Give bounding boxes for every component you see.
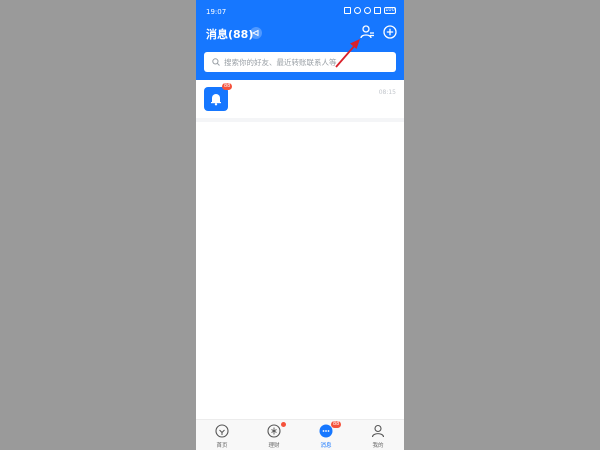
tab-dot-badge: [281, 422, 286, 427]
contacts-icon[interactable]: [359, 24, 375, 40]
unread-badge: 88: [222, 83, 233, 90]
tab-messages[interactable]: 88 消息: [300, 420, 352, 450]
alarm-icon: [354, 7, 361, 14]
signal-icon: [374, 7, 381, 14]
status-bar: 19:07 100: [196, 0, 404, 22]
search-placeholder: 搜索你的好友、最近转账联系人等: [224, 57, 337, 67]
wifi-icon: [364, 7, 371, 14]
search-icon: [212, 58, 220, 66]
tab-home[interactable]: 首页: [196, 420, 248, 450]
list-item[interactable]: 88 08:15: [196, 80, 404, 118]
status-icons: 100: [344, 7, 396, 14]
tab-label: 首页: [216, 443, 228, 449]
tab-label: 我的: [372, 443, 384, 449]
nfc-icon: [344, 7, 351, 14]
clear-unread-icon[interactable]: [250, 27, 262, 39]
tab-bar: 首页 理财 88 消息 我的: [196, 419, 404, 450]
message-time: 08:15: [378, 89, 396, 96]
header: 19:07 100 消息(88) 搜索你的好友、最近转账联系人等: [196, 0, 404, 80]
tab-label: 理财: [268, 443, 280, 449]
page-title: 消息(88): [206, 28, 254, 41]
bell-icon: [211, 94, 221, 106]
tab-wealth[interactable]: 理财: [248, 420, 300, 450]
status-time: 19:07: [206, 8, 227, 16]
tab-label: 消息: [320, 443, 332, 449]
search-input[interactable]: 搜索你的好友、最近转账联系人等: [204, 52, 396, 72]
wealth-icon: [267, 424, 281, 438]
notification-avatar: [204, 87, 228, 111]
battery-icon: 100: [384, 7, 396, 14]
tab-profile[interactable]: 我的: [352, 420, 404, 450]
divider: [196, 118, 404, 122]
user-icon: [371, 424, 385, 438]
home-icon: [215, 424, 229, 438]
tab-badge: 88: [331, 421, 342, 428]
phone-screen: 19:07 100 消息(88) 搜索你的好友、最近转账联系人等 88 08:1…: [196, 0, 404, 450]
add-icon[interactable]: [383, 25, 397, 39]
